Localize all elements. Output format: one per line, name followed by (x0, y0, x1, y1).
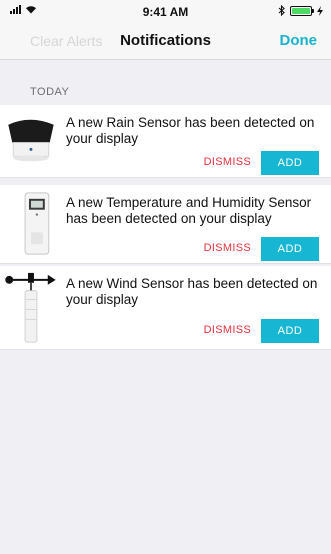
status-bar: 9:41 AM (0, 0, 331, 22)
add-button[interactable]: ADD (261, 151, 319, 175)
notification-message: A new Temperature and Humidity Sensor ha… (66, 195, 312, 226)
done-button[interactable]: Done (280, 32, 318, 49)
notification-wind-sensor: A new Wind Sensor has been detected on y… (0, 266, 331, 350)
section-header-today: TODAY (30, 86, 70, 98)
navigation-bar: Clear Alerts Notifications Done (0, 22, 331, 60)
notification-message: A new Wind Sensor has been detected on y… (66, 276, 318, 307)
notification-temperature-humidity-sensor: A new Temperature and Humidity Sensor ha… (0, 185, 331, 264)
wind-sensor-icon (5, 272, 56, 343)
battery-icon (290, 5, 314, 16)
temperature-humidity-sensor-icon (24, 192, 50, 255)
notification-message: A new Rain Sensor has been detected on y… (66, 115, 315, 146)
dismiss-button[interactable]: DISMISS (204, 156, 251, 168)
bluetooth-icon (278, 5, 285, 16)
dismiss-button[interactable]: DISMISS (204, 324, 251, 336)
add-button[interactable]: ADD (261, 237, 319, 261)
dismiss-button[interactable]: DISMISS (204, 242, 251, 254)
rain-sensor-icon (8, 119, 54, 162)
notification-rain-sensor: A new Rain Sensor has been detected on y… (0, 105, 331, 178)
add-button[interactable]: ADD (261, 319, 319, 343)
charging-icon (317, 5, 323, 16)
